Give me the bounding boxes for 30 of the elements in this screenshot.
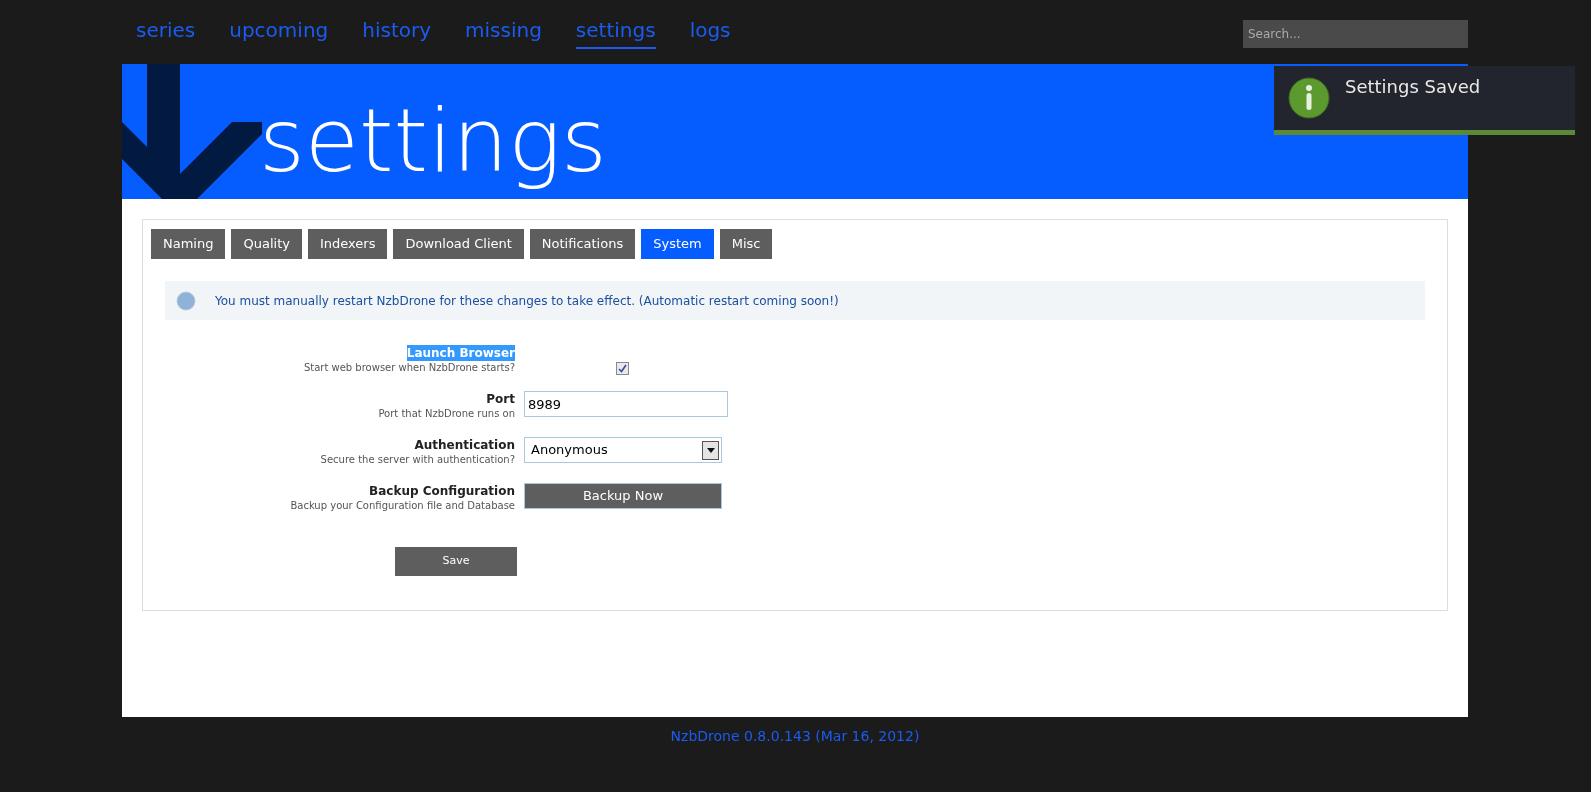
notice-text: You must manually restart NzbDrone for these changes to take effect. (Automatic restart coming soon!) — [215, 292, 839, 310]
field-hint: Start web browser when NzbDrone starts? — [303, 361, 515, 375]
settings-tab[interactable]: Misc — [719, 229, 773, 259]
search-field[interactable]: Search... — [1243, 20, 1468, 48]
field-hint: Port that NzbDrone runs on — [378, 407, 515, 421]
field-hint: Backup your Configuration file and Database — [290, 499, 515, 513]
caret-icon — [702, 440, 719, 460]
backup-now-button[interactable]: Backup Now — [524, 483, 722, 509]
settings-tab[interactable]: Download Client — [393, 229, 524, 259]
down-arrow-icon — [122, 64, 262, 199]
authentication-dropdown[interactable]: Anonymous — [524, 437, 722, 463]
field-label: Port — [486, 391, 515, 407]
field-label: Backup Configuration — [369, 483, 515, 499]
settings-tab[interactable]: Notifications — [529, 229, 636, 259]
toast-message: Settings Saved — [1345, 75, 1481, 99]
info-icon — [1288, 77, 1330, 119]
settings-tab[interactable]: Quality — [231, 229, 302, 259]
checkbox[interactable] — [616, 361, 629, 375]
settings-tab[interactable]: Indexers — [307, 229, 388, 259]
page-title: settings — [259, 97, 607, 194]
field-label: Launch Browser — [406, 345, 515, 361]
info-dot-icon — [176, 290, 196, 311]
footer-version: NzbDrone 0.8.0.143 (Mar 16, 2012) — [669, 727, 921, 746]
save-button[interactable]: Save — [395, 547, 517, 576]
field-hint: Secure the server with authentication? — [320, 453, 515, 467]
checkmark-icon — [618, 363, 627, 373]
settings-tab[interactable]: System — [641, 229, 714, 259]
settings-tab[interactable]: Naming — [151, 229, 226, 259]
port-field[interactable]: 8989 — [524, 391, 728, 417]
field-label: Authentication — [414, 437, 515, 453]
